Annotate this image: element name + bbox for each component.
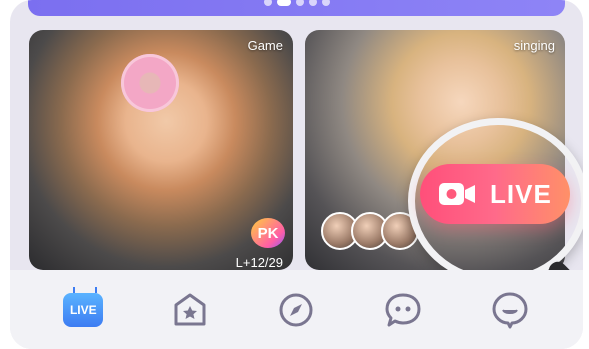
video-camera-icon — [438, 180, 476, 208]
stream-card-game[interactable]: Game PK L+12/29 — [29, 30, 293, 270]
viewer-avatars — [321, 212, 419, 250]
profile-bubble-icon — [492, 292, 528, 328]
viewer-count: L+12/29 — [235, 255, 283, 270]
tab-profile[interactable] — [486, 286, 534, 334]
pk-badge: PK — [251, 218, 285, 248]
compass-icon — [279, 293, 313, 326]
carousel-dots — [28, 0, 565, 6]
carousel-dot[interactable] — [263, 0, 272, 6]
star-house-icon — [174, 293, 206, 325]
donut-prop — [121, 54, 179, 112]
bottom-nav: LIVE — [10, 270, 583, 349]
tab-live[interactable]: LIVE — [59, 286, 107, 334]
tv-icon: LIVE — [63, 292, 104, 327]
carousel-dot[interactable] — [321, 0, 330, 6]
tab-chat[interactable] — [379, 286, 427, 334]
chat-bubble-icon — [385, 293, 421, 326]
carousel-banner[interactable] — [28, 0, 565, 16]
tab-home[interactable] — [166, 286, 214, 334]
carousel-dot-active[interactable] — [276, 0, 291, 6]
card-category-tag: Game — [247, 38, 283, 53]
tab-explore[interactable] — [272, 286, 320, 334]
live-label: LIVE — [490, 178, 552, 209]
carousel-dot[interactable] — [295, 0, 304, 6]
tab-live-label: LIVE — [69, 302, 97, 317]
card-category-tag: singing — [513, 38, 555, 53]
live-badge[interactable]: LIVE — [420, 164, 570, 224]
app-frame: Game PK L+12/29 singing LIVE LIVE — [10, 0, 583, 349]
carousel-dot[interactable] — [308, 0, 317, 6]
